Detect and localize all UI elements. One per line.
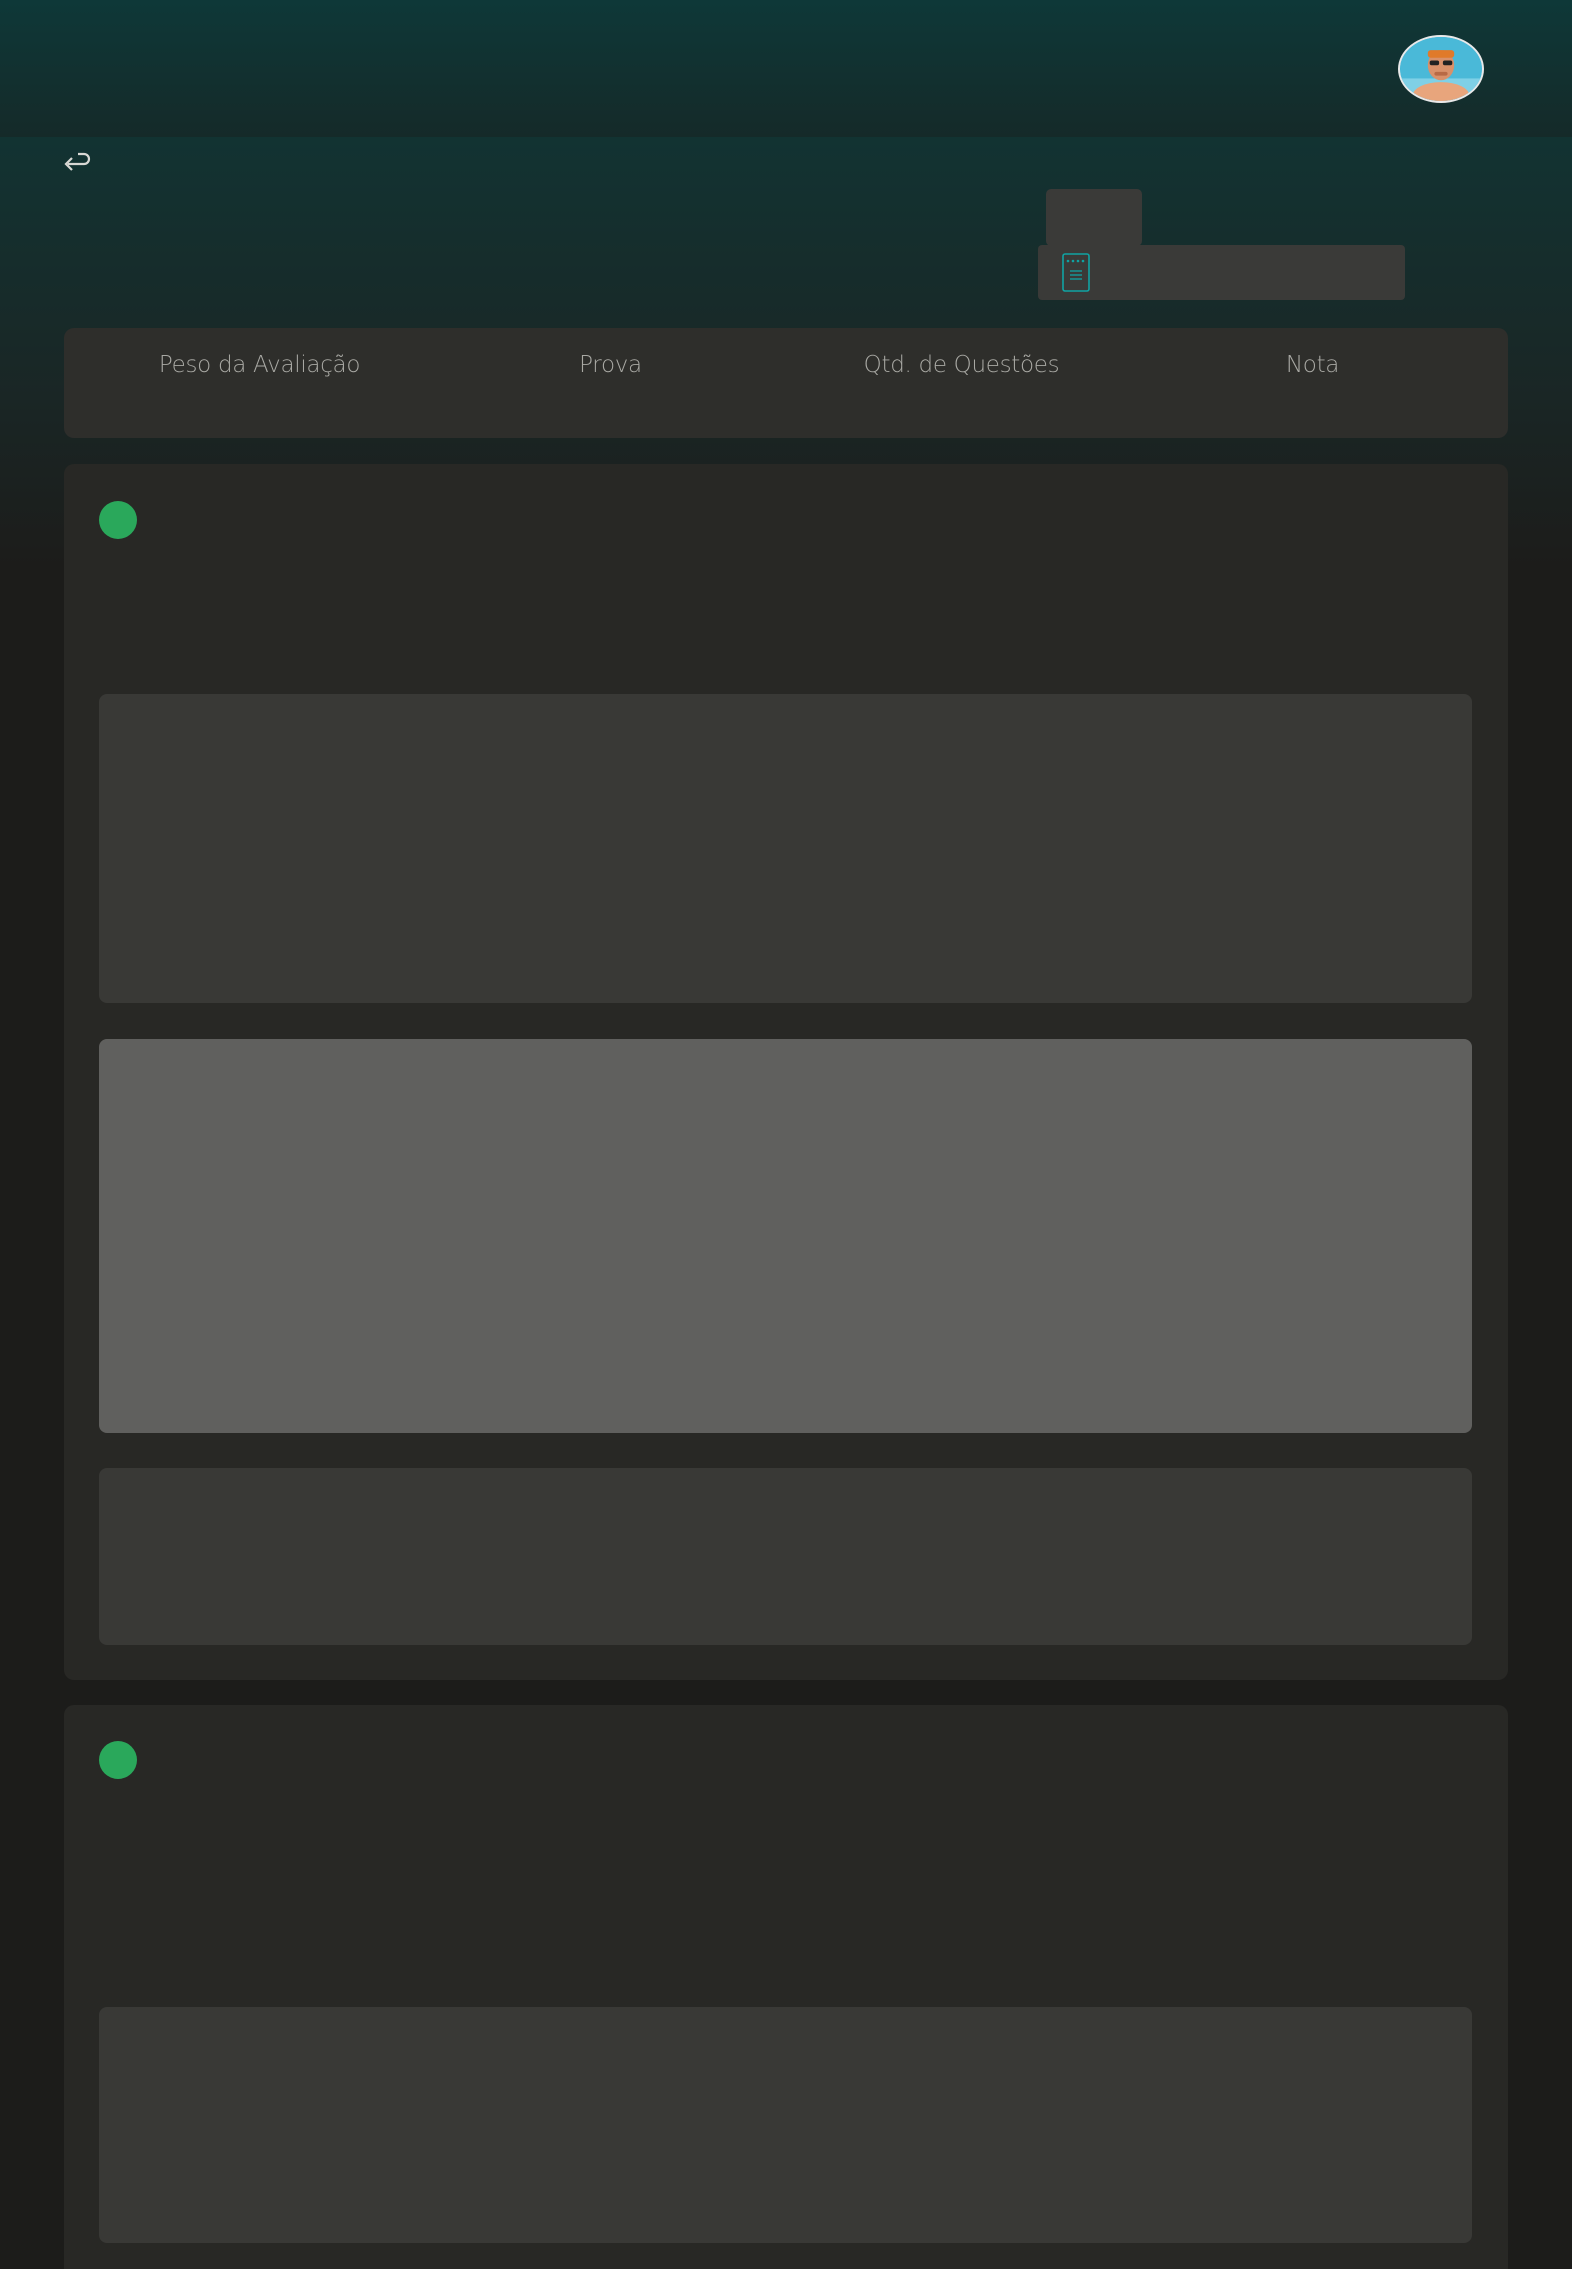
correct-status-icon xyxy=(99,1741,137,1779)
attachment-button[interactable] xyxy=(1038,245,1405,300)
grade-chip xyxy=(1046,189,1142,246)
back-button[interactable] xyxy=(60,148,94,178)
column-weight: Peso da Avaliação xyxy=(158,352,361,378)
correct-status-icon xyxy=(99,501,137,539)
return-arrow-icon xyxy=(64,152,91,171)
answer-option-selected[interactable] xyxy=(99,1039,1472,1433)
column-grade: Nota xyxy=(1285,352,1340,378)
evaluation-summary-header: Peso da Avaliação Prova Qtd. de Questões… xyxy=(64,328,1508,438)
user-avatar[interactable] xyxy=(1398,35,1484,103)
column-question-count: Qtd. de Questões xyxy=(863,352,1060,378)
avatar-photo-icon xyxy=(1400,37,1482,101)
top-bar xyxy=(0,0,1572,137)
answer-option[interactable] xyxy=(99,2007,1472,2243)
question-card xyxy=(64,464,1508,1680)
column-exam: Prova xyxy=(579,352,642,378)
document-icon xyxy=(1062,253,1090,292)
answer-option[interactable] xyxy=(99,1468,1472,1645)
answer-option[interactable] xyxy=(99,694,1472,1003)
question-card xyxy=(64,1705,1508,2269)
